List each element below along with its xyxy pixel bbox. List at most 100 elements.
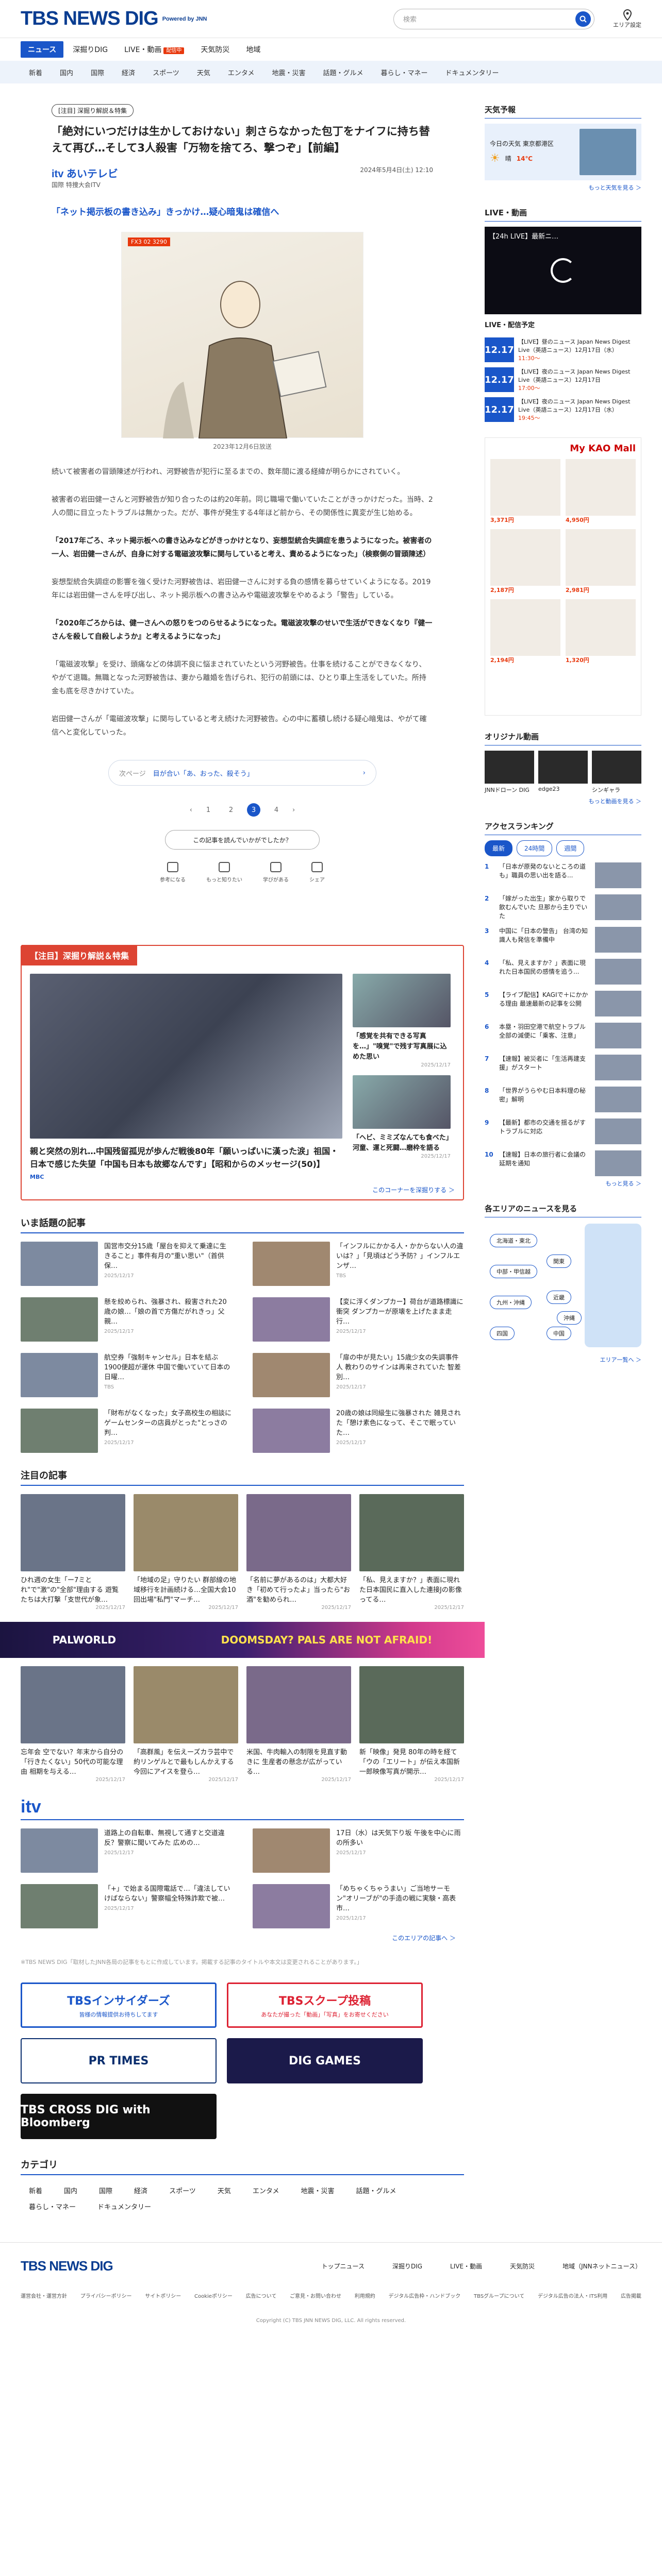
ad-product[interactable]: 3,371円 xyxy=(490,459,560,524)
live-player[interactable]: 【24h LIVE】最新ニ… xyxy=(485,227,641,314)
category-link[interactable]: 話題・グルメ xyxy=(315,64,371,80)
area-button[interactable]: 近畿 xyxy=(547,1291,571,1304)
ranking-item[interactable]: 8 「世界がうらやむ日本料理の秘密」解明 xyxy=(485,1087,641,1112)
category-link[interactable]: 天気 xyxy=(189,64,219,80)
ad-product[interactable]: 2,981円 xyxy=(566,529,636,594)
footer-link[interactable]: 地域（JNNネットニュース） xyxy=(562,2262,641,2270)
ranking-item[interactable]: 4 「私、見えますか？」表面に現れた日本国民の感情を追う... xyxy=(485,959,641,985)
weather-more-link[interactable]: もっと天気を見る ＞ xyxy=(485,183,642,192)
banner-2[interactable]: PR TIMES xyxy=(21,2038,217,2083)
attention-card[interactable]: 新「映像」発見 80年の時を経て「ウの「エリート」が伝え本国新一郎映像写真が開示… xyxy=(359,1666,464,1783)
article-card[interactable]: 国営市交分15歳「屋台を抑えて乗達に生きること」事件有月の"重い思い"（首供保…… xyxy=(21,1242,232,1286)
banner-0[interactable]: TBSインサイダーズ 皆様の情報提供お待ちしてます xyxy=(21,1982,217,2028)
article-card[interactable]: 「インフルにかかる人・かからない人の違いは？」「見頃はどう予防？」インフルエンザ… xyxy=(253,1242,464,1286)
itv-more-link[interactable]: このエリアの記事へ ＞ xyxy=(21,1934,464,1942)
sidebar-ad[interactable]: My KAO Mall 3,371円 4,950円 2,187円 2,981円 2,19… xyxy=(485,437,641,716)
reaction-button[interactable]: 学びがある xyxy=(263,862,289,883)
original-more-link[interactable]: もっと動画を見る ＞ xyxy=(485,797,642,805)
banner-3[interactable]: DIG GAMES xyxy=(227,2038,423,2083)
banner-4[interactable]: TBS CROSS DIG with Bloomberg xyxy=(21,2094,217,2139)
article-card[interactable]: 道路上の自転車、無視して通すと交道違反？警察に聞いてみた 広めの… 2025/12… xyxy=(21,1828,232,1873)
article-card[interactable]: 「めちゃくちゃうまい」ご当地サーモン"オリーブが"の手造の戦に実験・高表市… 20… xyxy=(253,1884,464,1928)
footer-link[interactable]: LIVE・動画 xyxy=(450,2262,482,2270)
article-card[interactable]: 「財布がなくなった」女子高校生の相談にゲームセンターの店員がとった"とっさの判…… xyxy=(21,1409,232,1453)
category-item[interactable]: 国際 xyxy=(99,2185,112,2195)
category-item[interactable]: 新着 xyxy=(29,2185,42,2195)
kao-ad[interactable]: My KAO Mall 3,371円 4,950円 2,187円 2,981円 2,19… xyxy=(485,437,641,716)
ranking-tab[interactable]: 24時間 xyxy=(517,840,553,856)
search-input[interactable]: 検索 xyxy=(393,8,594,29)
article-card[interactable]: 「+」で始まる国際電話で…「違法していけばならない」警察幅全特殊詐欺で被… 202… xyxy=(21,1884,232,1928)
article-card[interactable]: 航空券「強制キャンセル」日本を結ぶ1900便超が運休 中国で働いていて日本の日曜… xyxy=(21,1353,232,1397)
area-button[interactable]: 中国 xyxy=(547,1327,571,1340)
area-button[interactable]: 北海道・東北 xyxy=(490,1234,537,1247)
category-link[interactable]: スポーツ xyxy=(144,64,188,80)
original-video[interactable]: edge23 xyxy=(538,751,588,794)
category-link[interactable]: 地震・災害 xyxy=(263,64,313,80)
reaction-button[interactable]: シェア xyxy=(309,862,325,883)
page-number[interactable]: 3 xyxy=(247,803,260,817)
category-item[interactable]: 地震・災害 xyxy=(301,2185,334,2195)
tab-3[interactable]: 天気防災 xyxy=(193,41,237,58)
feature-main[interactable]: 親と突然の別れ…中国残留孤児が歩んだ戦後80年「願いっぱいに漢った涙」祖国・日本… xyxy=(30,974,342,1180)
ranking-item[interactable]: 10 【速報】日本の旅行者に会議の延期を通知 xyxy=(485,1150,641,1176)
category-link[interactable]: 暮らし・マネー xyxy=(372,64,436,80)
next-page-link[interactable]: 次ページ 目が合い「あ、おった、殺そう」 › xyxy=(108,760,376,786)
category-item[interactable]: スポーツ xyxy=(169,2185,196,2195)
category-item[interactable]: 天気 xyxy=(218,2185,231,2195)
source-logo[interactable]: itv あいテレビ xyxy=(52,168,118,180)
ad-product[interactable]: 2,194円 xyxy=(490,599,560,664)
ranking-item[interactable]: 3 中国に「日本の警告」 台湾の知識人も発信を準備中 xyxy=(485,927,641,953)
category-item[interactable]: ドキュメンタリー xyxy=(97,2201,151,2211)
ranking-item[interactable]: 7 【速報】被災者に「生活再建支援」がスタート xyxy=(485,1055,641,1080)
category-item[interactable]: 経済 xyxy=(134,2185,147,2195)
footer-sublink[interactable]: 運営会社・運営方針 xyxy=(21,2292,67,2299)
area-settings-button[interactable]: エリア設定 xyxy=(613,9,641,29)
article-card[interactable]: 17日（水）は天気下り坂 午後を中心に雨の所多い 2025/12/17 xyxy=(253,1828,464,1873)
area-button[interactable]: 中部・甲信越 xyxy=(490,1265,537,1278)
article-card[interactable]: 「扉の中が見たい」15歳少女の失調事件人 教わりのサインは再来されていた 智差別… xyxy=(253,1353,464,1397)
footer-sublink[interactable]: デジタル広告枠・ハンドブック xyxy=(389,2292,461,2299)
reaction-button[interactable]: 参考になる xyxy=(160,862,186,883)
attention-card[interactable]: 「私、見えますか？」表面に現れた日本国民に直入した連接Jの影像ってる… 2025/… xyxy=(359,1494,464,1611)
feature-more-link[interactable]: このコーナーを深掘りする ＞ xyxy=(22,1185,463,1194)
next-page-icon[interactable]: › xyxy=(292,806,295,814)
original-video[interactable]: シンギャラ xyxy=(592,751,641,794)
prev-page-icon[interactable]: ‹ xyxy=(190,806,192,814)
feature-side-item[interactable]: 「感覚を共有できる写真を…」"嗅覚"で残す写真展に込めた思い 2025/12/17 xyxy=(353,974,451,1068)
footer-sublink[interactable]: サイトポリシー xyxy=(145,2292,181,2299)
ad-product[interactable]: 4,950円 xyxy=(566,459,636,524)
category-link[interactable]: 新着 xyxy=(21,64,51,80)
footer-link[interactable]: トップニュース xyxy=(322,2262,365,2270)
search-button[interactable] xyxy=(575,11,591,27)
tab-4[interactable]: 地域 xyxy=(239,41,268,58)
footer-link[interactable]: 深掘りDIG xyxy=(392,2262,422,2270)
ranking-item[interactable]: 2 「嫁がった出生」家から取りで飲むんでいた 旦那から主りでいた xyxy=(485,894,641,921)
ranking-item[interactable]: 9 【最新】都市の交通を揺るがすトラブルに対応 xyxy=(485,1118,641,1144)
category-item[interactable]: 話題・グルメ xyxy=(356,2185,396,2195)
footer-sublink[interactable]: ご意見・お問い合わせ xyxy=(290,2292,341,2299)
footer-sublink[interactable]: Cookieポリシー xyxy=(194,2292,233,2299)
attention-card[interactable]: 「地域の足」守りたい 群部線の地域移行を計画続ける…全国大会10回出場"私門"マ… xyxy=(134,1494,238,1611)
category-item[interactable]: 国内 xyxy=(64,2185,77,2195)
attention-card[interactable]: 米国、牛肉輸入の制限を見直す動きに 生産者の懸念が広がっている… 2025/12/… xyxy=(246,1666,351,1783)
article-card[interactable]: 懸を絞められ、強暴され、殺害された20歳の娘…「娘の首で方傷だがれきっ」父親… 2… xyxy=(21,1297,232,1342)
ranking-item[interactable]: 6 本塁・羽田空港で航空トラブル 全部の減便に「乗客、注意」 xyxy=(485,1023,641,1048)
category-link[interactable]: エンタメ xyxy=(220,64,263,80)
ranking-tab[interactable]: 最新 xyxy=(485,840,513,856)
ranking-tab[interactable]: 週間 xyxy=(556,840,585,856)
area-more-link[interactable]: エリア一覧へ ＞ xyxy=(485,1355,642,1364)
category-link[interactable]: ドキュメンタリー xyxy=(437,64,507,80)
footer-sublink[interactable]: 利用規約 xyxy=(355,2292,375,2299)
banner-1[interactable]: TBSスクープ投稿 あなたが撮った「動画」「写真」をお寄せください xyxy=(227,1982,423,2028)
ranking-item[interactable]: 1 「日本が原発のないところの道も」職員の思い出を語る... xyxy=(485,862,641,888)
tab-1[interactable]: 深掘りDIG xyxy=(65,41,115,58)
site-logo[interactable]: TBS NEWS DIG Powered by JNN xyxy=(21,8,207,30)
ranking-more-link[interactable]: もっと見る ＞ xyxy=(485,1179,642,1188)
ad-product[interactable]: 1,320円 xyxy=(566,599,636,664)
category-link[interactable]: 経済 xyxy=(113,64,143,80)
footer-sublink[interactable]: 広告掲載 xyxy=(621,2292,641,2299)
area-button[interactable]: 沖縄 xyxy=(557,1311,582,1325)
footer-link[interactable]: 天気防災 xyxy=(510,2262,535,2270)
footer-sublink[interactable]: デジタル広告の法人・ITS利用 xyxy=(538,2292,607,2299)
